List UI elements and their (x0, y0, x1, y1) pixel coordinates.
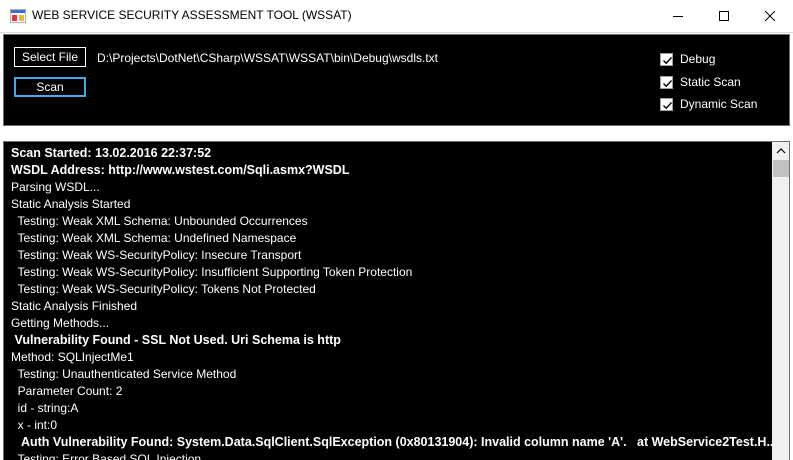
log-line: Method: SQLInjectMe1 (11, 350, 134, 364)
log-line: Testing: Weak WS-SecurityPolicy: Insuffi… (11, 265, 413, 279)
log-line: Testing: Unauthenticated Service Method (11, 367, 237, 381)
log-line: Testing: Error Based SQL Injection (11, 452, 202, 460)
title-bar: WEB SERVICE SECURITY ASSESSMENT TOOL (WS… (0, 0, 793, 33)
checkbox-box[interactable] (660, 98, 673, 111)
close-button[interactable] (747, 0, 793, 32)
maximize-button[interactable] (701, 0, 747, 32)
settings-panel: Select File Scan D:\Projects\DotNet\CSha… (3, 34, 790, 126)
log-line: Getting Methods... (11, 316, 110, 330)
maximize-icon (719, 11, 729, 21)
checkmark-icon (663, 80, 673, 88)
checkbox-label: Dynamic Scan (680, 97, 758, 111)
checkmark-icon (663, 57, 673, 65)
log-line: Testing: Weak WS-SecurityPolicy: Insecur… (11, 248, 302, 262)
minimize-button[interactable] (655, 0, 701, 32)
checkmark-icon (663, 102, 673, 110)
scan-log-output[interactable]: Scan Started: 13.02.2016 22:37:52 WSDL A… (3, 141, 790, 460)
log-line: Testing: Weak WS-SecurityPolicy: Tokens … (11, 282, 316, 296)
log-line: Static Analysis Started (11, 197, 131, 211)
log-line: Parsing WSDL... (11, 180, 100, 194)
log-line: id - string:A (11, 401, 79, 415)
scan-button[interactable]: Scan (14, 77, 86, 97)
app-icon (9, 8, 27, 24)
log-line: Auth Vulnerability Found: System.Data.Sq… (11, 435, 772, 449)
log-line: Testing: Weak XML Schema: Unbounded Occu… (11, 214, 308, 228)
log-line: Parameter Count: 2 (11, 384, 123, 398)
log-line: x - int:0 (11, 418, 58, 432)
checkbox-box[interactable] (660, 53, 673, 66)
scroll-up-button[interactable] (772, 142, 789, 159)
minimize-icon (673, 16, 683, 17)
log-line: Vulnerability Found - SSL Not Used. Uri … (11, 333, 341, 347)
scroll-thumb[interactable] (773, 160, 789, 177)
log-line: Scan Started: 13.02.2016 22:37:52 (11, 146, 212, 160)
log-line: Static Analysis Finished (11, 299, 138, 313)
vertical-scrollbar[interactable] (772, 142, 789, 460)
checkbox-label: Static Scan (680, 75, 741, 89)
log-line: WSDL Address: http://www.wstest.com/Sqli… (11, 163, 350, 177)
checkbox-box[interactable] (660, 76, 673, 89)
log-lines: Scan Started: 13.02.2016 22:37:52 WSDL A… (4, 142, 772, 460)
close-icon (765, 11, 775, 21)
file-path-label: D:\Projects\DotNet\CSharp\WSSAT\WSSAT\bi… (97, 51, 438, 65)
chevron-up-icon (776, 148, 786, 154)
window-title: WEB SERVICE SECURITY ASSESSMENT TOOL (WS… (32, 8, 352, 22)
select-file-button[interactable]: Select File (14, 47, 86, 67)
log-line: Testing: Weak XML Schema: Undefined Name… (11, 231, 297, 245)
checkbox-label: Debug (680, 52, 716, 66)
